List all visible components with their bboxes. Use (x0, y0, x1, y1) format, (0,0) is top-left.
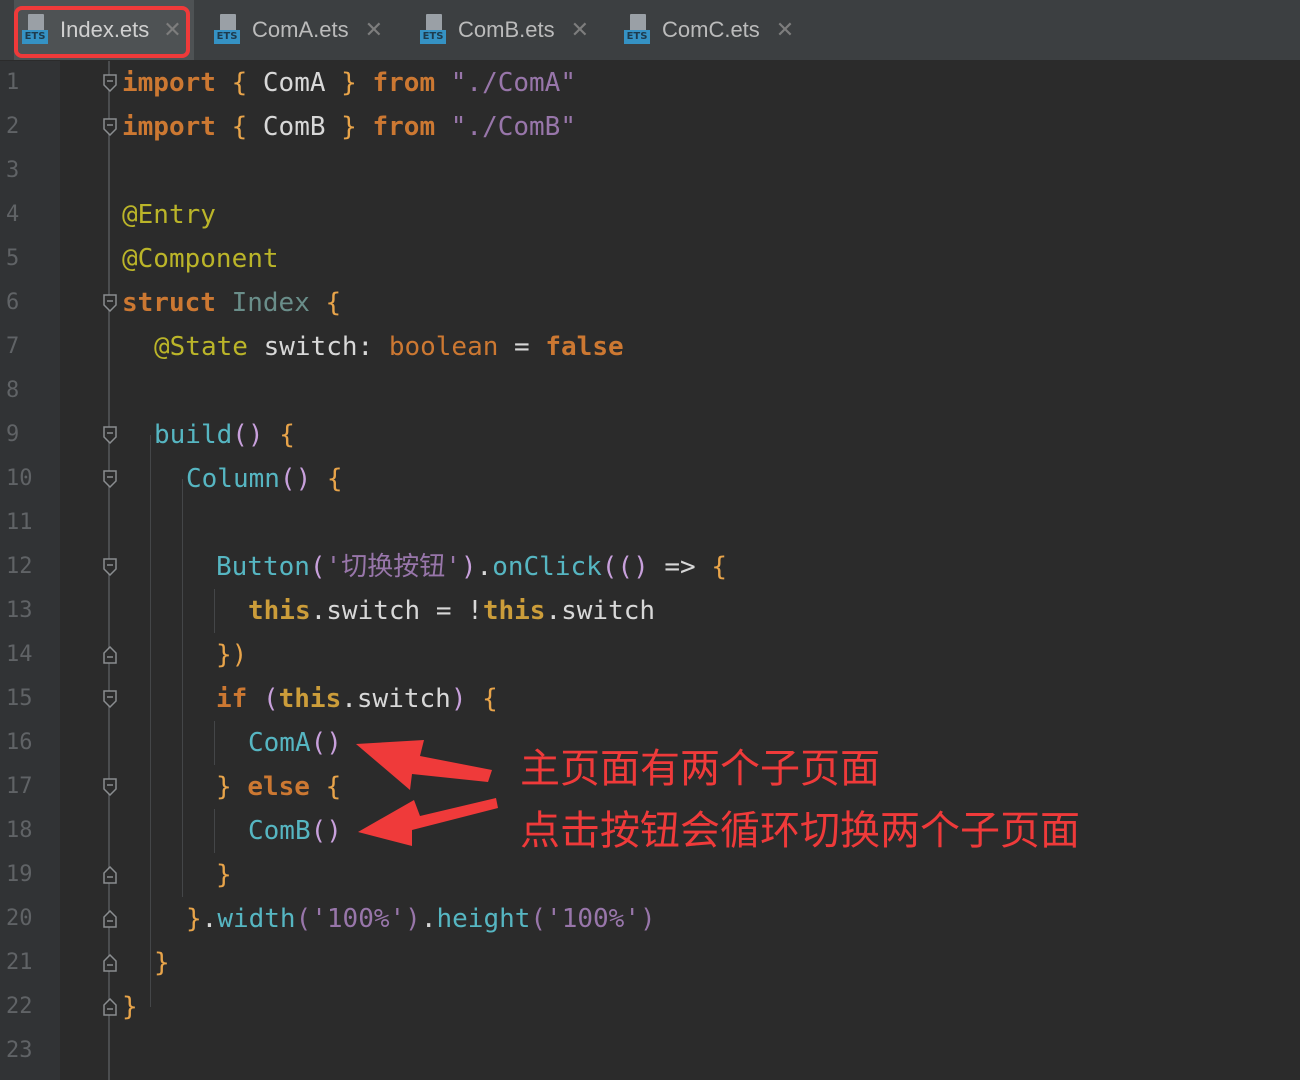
fold-toggle-icon[interactable] (102, 294, 118, 312)
annotation-note-2: 点击按钮会循环切换两个子页面 (520, 808, 1080, 854)
fold-toggle-icon[interactable] (102, 954, 118, 972)
fold-toggle-icon[interactable] (102, 690, 118, 708)
fold-toggle-icon[interactable] (102, 910, 118, 928)
annotation-note-1: 主页面有两个子页面 (520, 746, 880, 792)
fold-toggle-icon[interactable] (102, 646, 118, 664)
fold-toggle-icon[interactable] (102, 74, 118, 92)
fold-toggle-icon[interactable] (102, 426, 118, 444)
arrow-to-coma (356, 740, 492, 790)
fold-toggle-icon[interactable] (102, 778, 118, 796)
fold-toggle-icon[interactable] (102, 866, 118, 884)
fold-toggle-icon[interactable] (102, 470, 118, 488)
fold-toggle-icon[interactable] (102, 558, 118, 576)
annotation-arrows (356, 740, 498, 846)
arrow-to-comb (358, 798, 498, 846)
fold-toggle-icon[interactable] (102, 998, 118, 1016)
fold-toggle-icon[interactable] (102, 118, 118, 136)
